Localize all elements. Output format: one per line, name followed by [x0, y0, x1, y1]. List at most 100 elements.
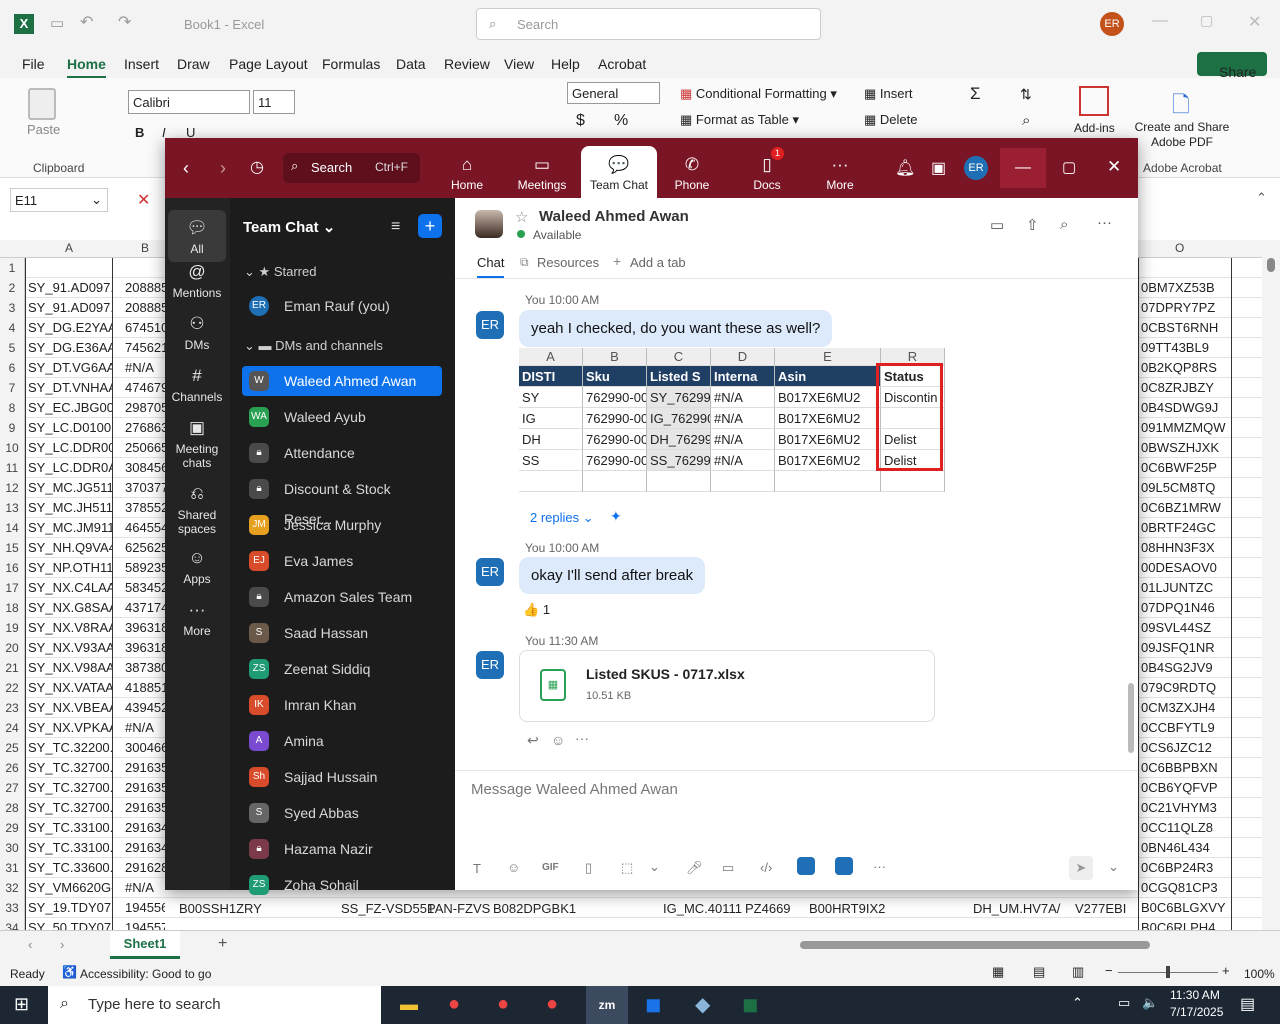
taskbar-search-box[interactable]: ⌕ Type here to search [48, 986, 381, 1024]
undo-icon[interactable]: ↶ [80, 12, 93, 32]
maximize-icon[interactable]: ▢ [1200, 12, 1213, 29]
cell[interactable]: B0C6RLPH4 [1138, 918, 1232, 930]
row-number[interactable]: 11 [0, 458, 25, 478]
share-button[interactable]: Share [1197, 52, 1267, 80]
cell[interactable]: SY_NX.C4LAA. [25, 578, 113, 598]
chat-item[interactable]: A Amina [242, 726, 442, 756]
nav-meetings[interactable]: ▭ Meetings [506, 138, 578, 198]
chrome-icon[interactable]: ● [497, 993, 509, 1016]
row-number[interactable]: 14 [0, 518, 25, 538]
file-attachment[interactable]: ▦ Listed SKUS - 0717.xlsx 10.51 KB [519, 650, 935, 722]
cell[interactable]: SY_TC.32700.( [25, 778, 113, 798]
cell[interactable]: SY_TC.32700.( [25, 758, 113, 778]
row-number[interactable]: 19 [0, 618, 25, 638]
tab-acrobat[interactable]: Acrobat [598, 56, 646, 72]
format-text-icon[interactable]: T [473, 861, 481, 876]
tray-up-icon[interactable]: ⌃ [1072, 995, 1083, 1011]
cell[interactable]: SY_TC.33100.( [25, 818, 113, 838]
cell[interactable]: SY_91.AD097.( [25, 298, 113, 318]
chat-item[interactable]: 🔒︎ Hazama Nazir [242, 834, 442, 864]
currency-icon[interactable]: $ [576, 112, 585, 130]
emoji-icon[interactable]: ☺ [507, 860, 520, 875]
cell[interactable]: V277EBI [1075, 901, 1126, 916]
bell-icon[interactable]: 🔔︎ [895, 158, 915, 178]
ai-summary-icon[interactable]: ✦ [610, 508, 622, 525]
cell[interactable]: SY_NX.VATAA [25, 678, 113, 698]
horizontal-scrollbar[interactable] [800, 941, 1150, 949]
add-sheet-icon[interactable]: + [218, 935, 227, 953]
rail-item-mentions[interactable]: @ Mentions [168, 262, 226, 300]
row-number[interactable]: 7 [0, 378, 25, 398]
minimize-icon[interactable]: — [1152, 12, 1168, 30]
sheet-next-icon[interactable]: › [60, 937, 64, 952]
cell[interactable]: 308456 [113, 458, 165, 478]
app-icon[interactable]: ◆ [695, 992, 710, 1017]
tab-home[interactable]: Home [67, 56, 106, 79]
row-number[interactable]: 10 [0, 438, 25, 458]
tab-insert[interactable]: Insert [124, 56, 159, 72]
cell[interactable]: 09JSFQ1NR [1138, 638, 1232, 658]
new-chat-button[interactable]: + [418, 214, 442, 238]
cell[interactable]: SY_MC.JM911 [25, 518, 113, 538]
cell[interactable]: 378552 [113, 498, 165, 518]
cell[interactable]: SY_TC.32700.( [25, 798, 113, 818]
row-number[interactable]: 9 [0, 418, 25, 438]
cell[interactable]: 0CS6JZC12 [1138, 738, 1232, 758]
reaction[interactable]: 👍 1 [523, 602, 550, 618]
cell[interactable]: SY_LC.DDR0A. [25, 458, 113, 478]
row-number[interactable]: 22 [0, 678, 25, 698]
zoom-in-icon[interactable]: + [1222, 963, 1230, 978]
cell[interactable]: 09SVL44SZ [1138, 618, 1232, 638]
cell[interactable]: SY_MC.JH511. [25, 498, 113, 518]
cell[interactable]: SY_EC.JBG00.( [25, 398, 113, 418]
addins-icon[interactable] [1079, 86, 1109, 116]
rail-item-dms[interactable]: ⚇ DMs [168, 314, 226, 352]
forward-icon[interactable]: › [220, 158, 226, 179]
cell[interactable]: SY_91.AD097.( [25, 278, 113, 298]
cell[interactable]: DH_UM.HV7A/ [973, 901, 1060, 916]
paste-button[interactable]: Paste [27, 122, 60, 137]
row-number[interactable]: 3 [0, 298, 25, 318]
row-number[interactable]: 25 [0, 738, 25, 758]
row-number[interactable]: 33 [0, 898, 25, 918]
avatar[interactable]: ER [476, 651, 504, 679]
cell[interactable]: B00HRT9IX2 [809, 901, 885, 916]
rail-item-all[interactable]: 💬︎ All [168, 210, 226, 262]
cell[interactable]: PZ4669 [745, 901, 791, 916]
chat-scrollbar[interactable] [1128, 683, 1134, 753]
cell[interactable] [1138, 258, 1232, 278]
row-number[interactable]: 6 [0, 358, 25, 378]
cell[interactable]: SY_TC.33100.( [25, 838, 113, 858]
chat-item[interactable]: ZS Zoha Sohail [242, 870, 442, 900]
status-accessibility[interactable]: Accessibility: Good to go [80, 967, 211, 981]
reply-icon[interactable]: ↩ [527, 732, 539, 749]
cell[interactable]: 0B4SDWG9J [1138, 398, 1232, 418]
app-icon[interactable] [835, 857, 853, 875]
expand-formula-icon[interactable]: ⌃ [1256, 190, 1267, 206]
avatar[interactable]: ER [476, 558, 504, 586]
cell[interactable]: 208885 [113, 298, 165, 318]
cell[interactable]: 291634 [113, 838, 165, 858]
cell[interactable]: 1945569 [113, 898, 165, 918]
row-number[interactable]: 17 [0, 578, 25, 598]
chat-item[interactable]: EJ Eva James [242, 546, 442, 576]
zoom-slider[interactable] [1118, 966, 1218, 978]
notifications-icon[interactable]: ▤ [1240, 994, 1255, 1014]
share-screen-icon[interactable]: ⇧ [1026, 216, 1039, 234]
cell[interactable]: 396318 [113, 638, 165, 658]
tab-review[interactable]: Review [444, 56, 490, 72]
cell[interactable]: 464554 [113, 518, 165, 538]
cell[interactable]: 0C6BP24R3 [1138, 858, 1232, 878]
send-button[interactable]: ➤ [1069, 856, 1093, 880]
cell[interactable]: 00DESAOV0 [1138, 558, 1232, 578]
cell[interactable]: 0BM7XZ53B [1138, 278, 1232, 298]
cell[interactable]: 0CB6YQFVP [1138, 778, 1232, 798]
cell[interactable]: PAN-FZVS [427, 901, 490, 916]
cell[interactable]: SY_NX.VPKAA [25, 718, 113, 738]
create-share-pdf-button[interactable]: Create and Share Adobe PDF [1134, 120, 1230, 150]
close-icon[interactable]: ✕ [1248, 12, 1261, 32]
find-icon[interactable]: ⌕ [1022, 112, 1030, 129]
row-number[interactable]: 28 [0, 798, 25, 818]
cell[interactable]: 300466 [113, 738, 165, 758]
format-as-table-button[interactable]: ▦ Format as Table ▾ [680, 112, 799, 128]
